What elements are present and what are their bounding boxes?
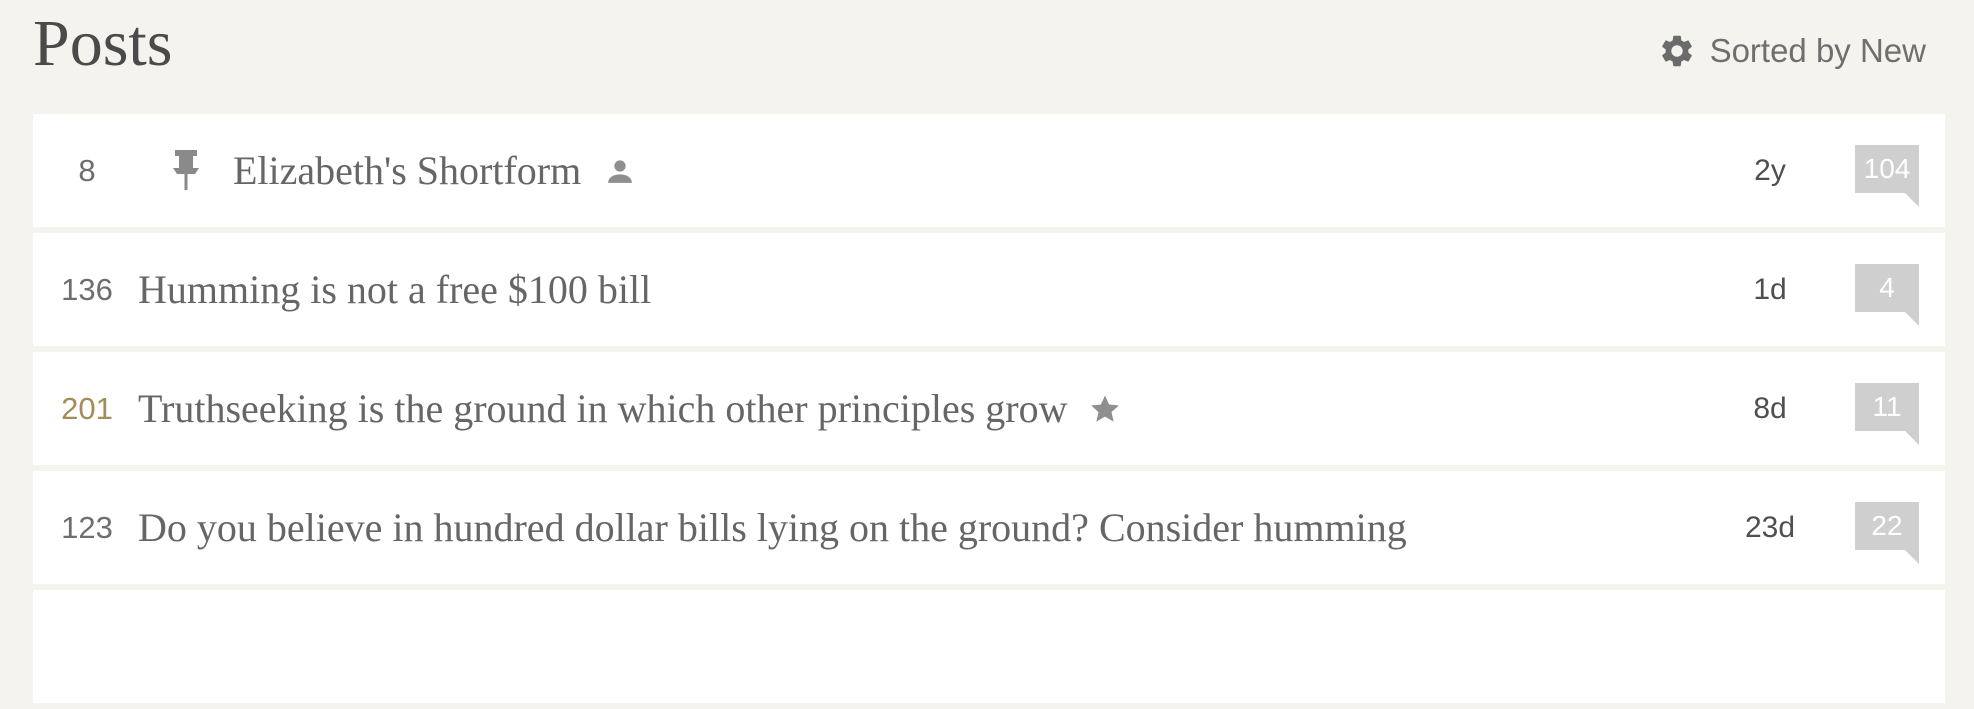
posts-list: 8 Elizabeth's Shortform 2y 104 136 Hummi… xyxy=(33,114,1945,709)
sort-selector[interactable]: Sorted by New xyxy=(1658,28,1926,74)
post-row[interactable]: 201 Truthseeking is the ground in which … xyxy=(33,352,1945,465)
pin-icon xyxy=(171,149,205,193)
page-title: Posts xyxy=(33,7,173,80)
karma-score: 8 xyxy=(78,153,96,188)
comment-count-badge[interactable]: 4 xyxy=(1855,264,1919,326)
comment-count-badge[interactable]: 11 xyxy=(1855,383,1919,445)
post-row[interactable]: 136 Humming is not a free $100 bill 1d 4 xyxy=(33,233,1945,346)
post-title[interactable]: Elizabeth's Shortform xyxy=(233,146,581,196)
post-title[interactable]: Truthseeking is the ground in which othe… xyxy=(138,384,1068,434)
person-icon xyxy=(605,155,637,187)
karma-score: 123 xyxy=(61,510,113,545)
karma-score: 136 xyxy=(61,272,113,307)
post-row[interactable]: 8 Elizabeth's Shortform 2y 104 xyxy=(33,114,1945,227)
post-content: Do you believe in hundred dollar bills l… xyxy=(138,471,1725,584)
page-header: Posts Sorted by New xyxy=(33,0,1944,100)
post-age: 8d xyxy=(1753,392,1787,425)
post-content: Truthseeking is the ground in which othe… xyxy=(138,352,1725,465)
post-title[interactable]: Humming is not a free $100 bill xyxy=(138,265,651,315)
comment-count-badge[interactable]: 22 xyxy=(1855,502,1919,564)
gear-icon xyxy=(1658,32,1696,70)
comment-count-badge[interactable]: 104 xyxy=(1855,145,1919,207)
post-age: 2y xyxy=(1754,154,1786,187)
post-title[interactable]: Do you believe in hundred dollar bills l… xyxy=(138,503,1407,553)
post-age: 1d xyxy=(1753,273,1787,306)
post-content: Elizabeth's Shortform xyxy=(138,114,1725,227)
post-age: 23d xyxy=(1744,511,1796,544)
karma-score: 201 xyxy=(61,391,113,426)
post-row[interactable]: 123 Do you believe in hundred dollar bil… xyxy=(33,471,1945,584)
post-content: Humming is not a free $100 bill xyxy=(138,233,1725,346)
post-row-partial[interactable] xyxy=(33,590,1945,703)
sort-label: Sorted by New xyxy=(1709,32,1926,69)
star-icon xyxy=(1088,391,1124,427)
